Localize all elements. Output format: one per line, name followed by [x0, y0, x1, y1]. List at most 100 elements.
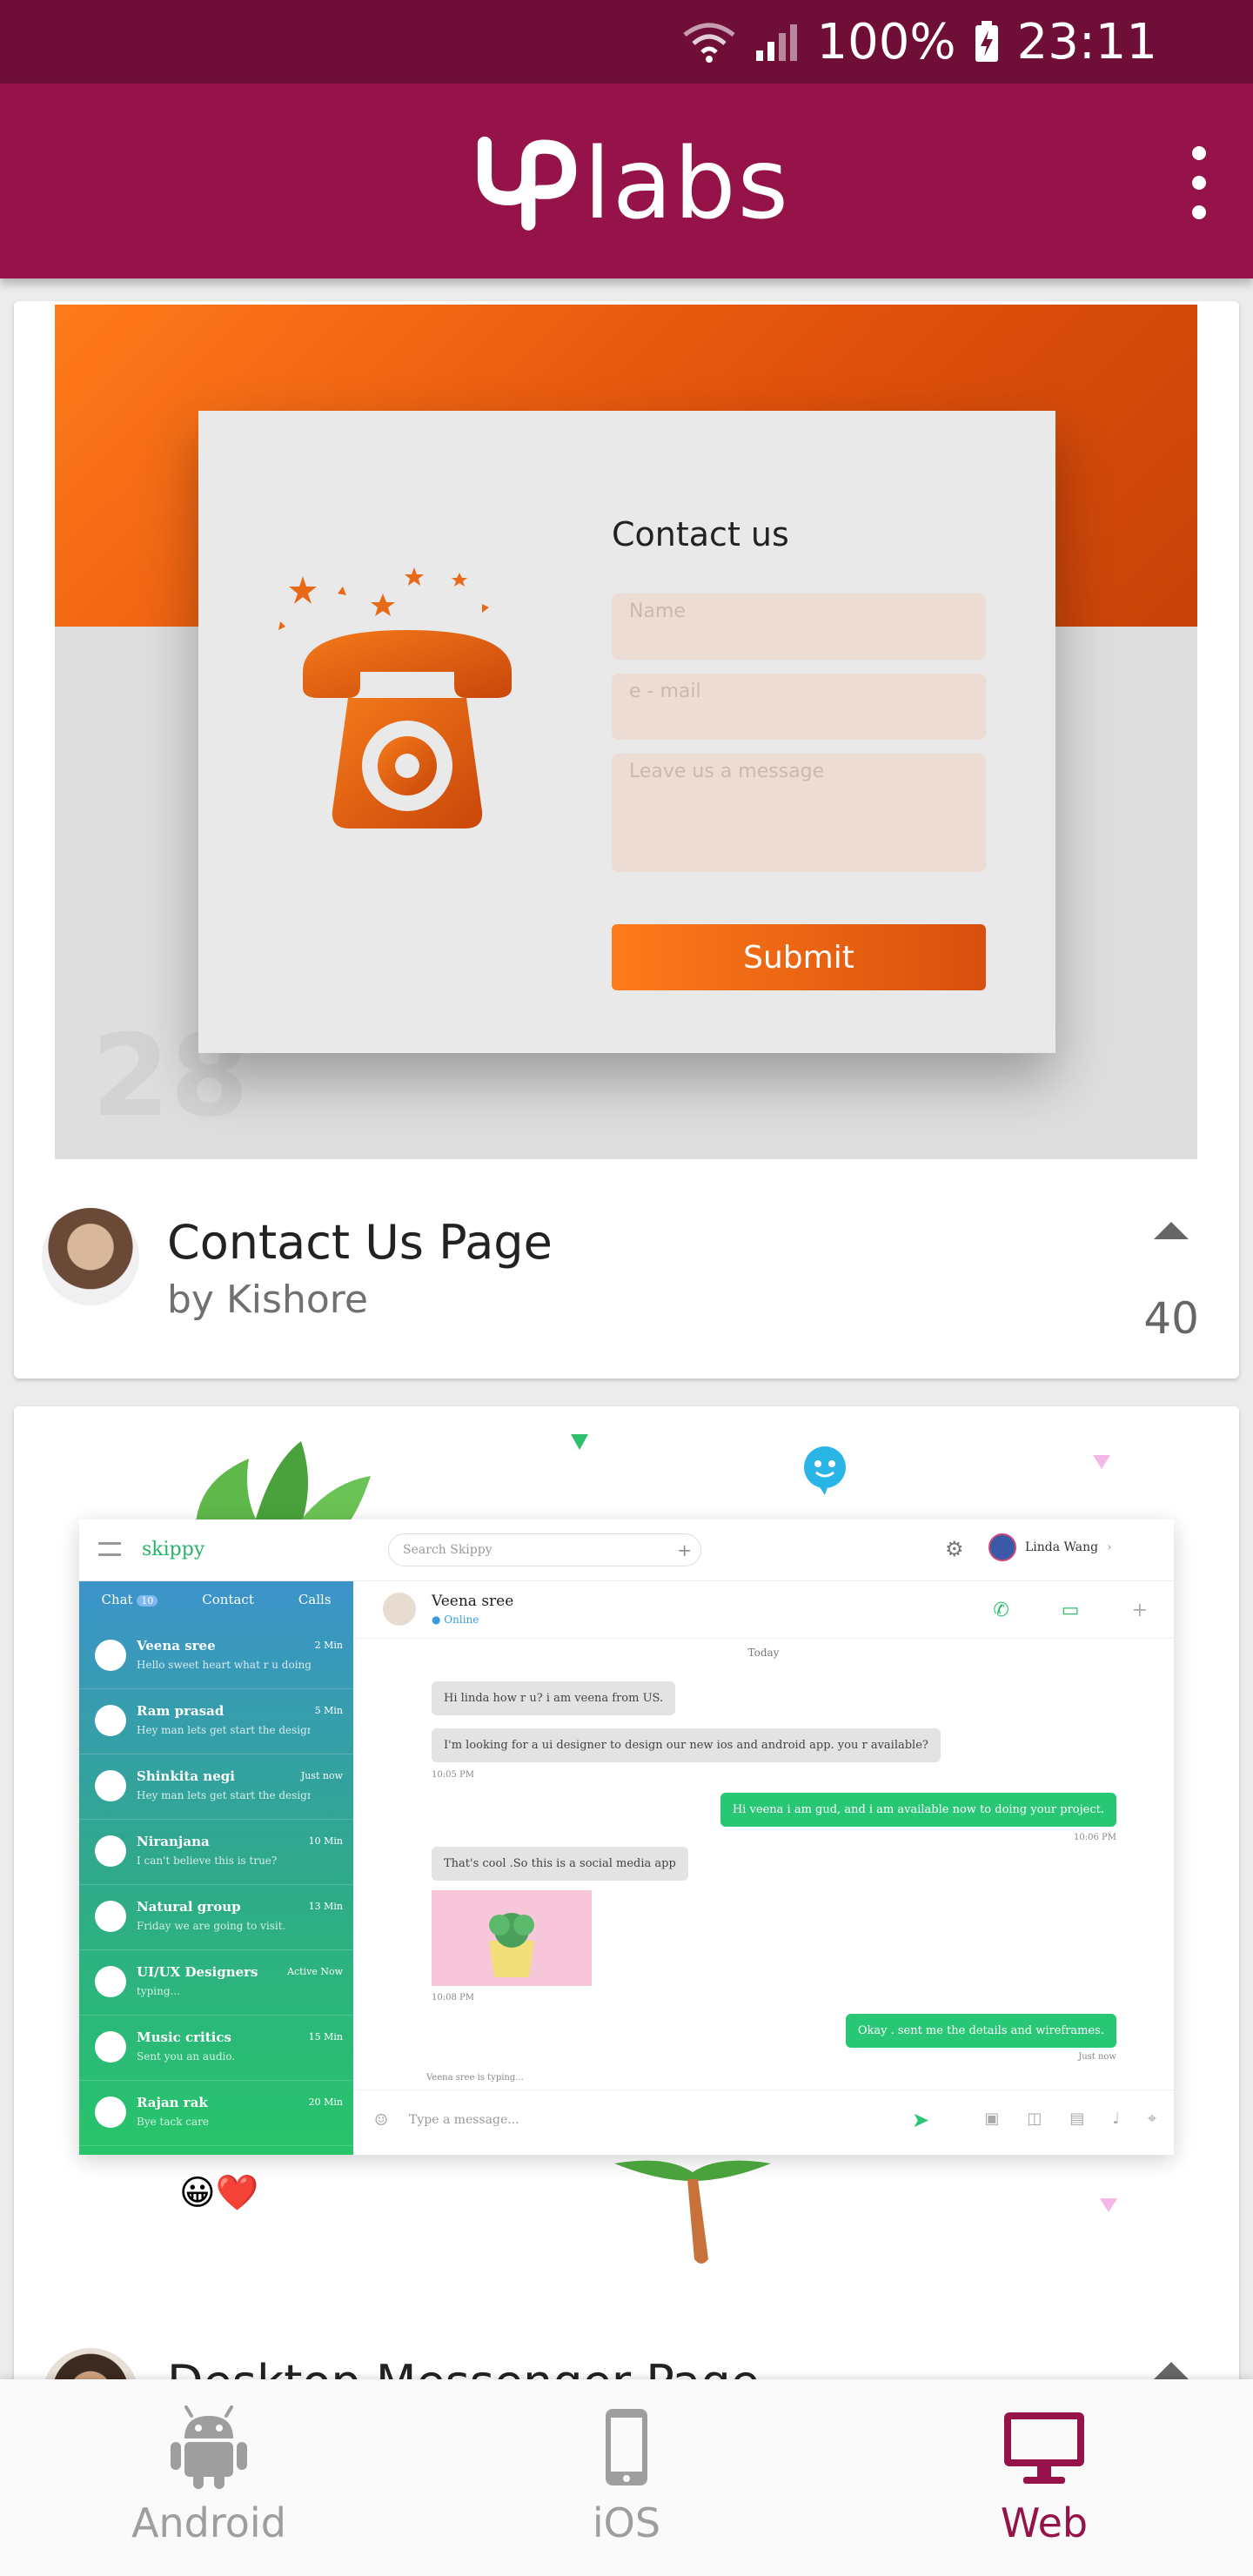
contact-avatar: [95, 1705, 126, 1736]
chat-messages: Today Hi linda how r u? i am veena from …: [426, 1647, 1116, 2083]
card-author[interactable]: by Kishore: [167, 1278, 368, 1322]
name-field: Name: [612, 594, 986, 660]
message-out: Hi veena i am gud, and i am available no…: [720, 1793, 1116, 1827]
call-icon: ✆: [993, 1600, 1009, 1621]
chat-header: Veena sree ● Online ✆ ▭ +: [353, 1580, 1174, 1639]
design-card-desktop-messenger[interactable]: skippy Chat 10 Contact Calls Veena sree H…: [14, 1406, 1239, 2407]
contact-avatar: [95, 2096, 126, 2128]
list-item: Veena sree Hello sweet heart what r u doi…: [79, 1624, 353, 1689]
list-item: Music critics Sent you an audio. 15 Min: [79, 2016, 353, 2081]
list-item: Rajan rak Bye tack care 20 Min: [79, 2081, 353, 2146]
messenger-window: skippy Chat 10 Contact Calls Veena sree H…: [79, 1519, 1174, 2155]
smiley-bubble-icon: [804, 1446, 846, 1495]
emoji-icon: ☺: [374, 2111, 389, 2130]
confetti-triangle: [1093, 1455, 1110, 1469]
clock: 23:11: [1016, 13, 1157, 70]
list-item: UI/UX Designers typing... Active Now: [79, 1950, 353, 2016]
design-card-contact-us[interactable]: 28 Contact us Name e - mail Leave us a m…: [14, 301, 1239, 1379]
wifi-icon: [682, 23, 735, 63]
battery-charging-icon: [975, 21, 998, 62]
plant-image: [432, 1890, 592, 1986]
nav-web[interactable]: Web: [835, 2379, 1253, 2576]
message-in: That's cool .So this is a social media a…: [432, 1847, 688, 1881]
reaction-emojis: 😀❤️: [179, 2173, 259, 2213]
bottom-navigation: Android iOS Web: [0, 2379, 1253, 2576]
message-in: Hi linda how r u? i am veena from US.: [432, 1681, 676, 1715]
search-field: Search Skippy +: [388, 1533, 701, 1566]
plus-icon: +: [677, 1540, 692, 1560]
app-bar: labs: [0, 84, 1253, 278]
contact-avatar: [95, 1640, 126, 1671]
list-item: Natural group Friday we are going to visi…: [79, 1885, 353, 1950]
menu-dot: [1192, 205, 1206, 219]
tab-contact: Contact: [202, 1592, 254, 1607]
email-field: e - mail: [612, 674, 986, 740]
confetti-triangle: [571, 1434, 588, 1450]
status-bar: 100% 23:11: [0, 0, 1253, 84]
add-icon: +: [1131, 1600, 1148, 1621]
telephone-icon: [278, 567, 512, 828]
card-meta: Contact Us Page by Kishore 40: [14, 1171, 1239, 1345]
uplabs-logo: labs: [477, 129, 790, 233]
upvote-arrow-icon[interactable]: [1154, 1222, 1189, 1239]
location-icon: ⌖: [1147, 2110, 1156, 2128]
chevron-right-icon: ›: [1107, 1540, 1112, 1554]
list-item: Shinkita negi Hey man lets get start the …: [79, 1754, 353, 1820]
submit-button: Submit: [612, 924, 986, 990]
contact-avatar: [95, 1901, 126, 1932]
gear-icon: ⚙: [945, 1537, 964, 1561]
tab-calls: Calls: [298, 1592, 332, 1607]
author-avatar[interactable]: [42, 1208, 139, 1305]
nav-ios[interactable]: iOS: [418, 2379, 835, 2576]
battery-percent: 100%: [816, 13, 956, 70]
user-avatar: [988, 1533, 1016, 1561]
contact-form-panel: Contact us Name e - mail Leave us a mess…: [198, 411, 1055, 1053]
card-preview-image[interactable]: skippy Chat 10 Contact Calls Veena sree H…: [14, 1406, 1239, 2311]
message-out: Okay . sent me the details and wireframe…: [845, 2014, 1116, 2048]
nav-label: Android: [131, 2499, 286, 2546]
menu-dot: [1192, 176, 1206, 190]
chat-avatar: [383, 1593, 416, 1626]
nav-label: Web: [1000, 2499, 1089, 2546]
skippy-logo: skippy: [142, 1539, 205, 1560]
card-preview-image[interactable]: 28 Contact us Name e - mail Leave us a m…: [55, 305, 1197, 1159]
confetti-triangle: [1100, 2198, 1117, 2212]
upvote-arrow-icon[interactable]: [1154, 2362, 1189, 2379]
send-icon: ➤: [912, 2108, 930, 2132]
tab-chat: Chat 10: [101, 1592, 158, 1607]
signal-icon: [755, 24, 797, 61]
list-item: Niranjana I can't believe this is true? 10…: [79, 1820, 353, 1885]
contact-avatar: [95, 1770, 126, 1801]
message-field: Leave us a message: [612, 754, 986, 872]
nav-android[interactable]: Android: [0, 2379, 418, 2576]
contact-heading: Contact us: [612, 515, 789, 553]
uplabs-mark-icon: [477, 136, 577, 231]
menu-dot: [1192, 146, 1206, 160]
android-icon: [171, 2405, 247, 2489]
contact-list: Veena sree Hello sweet heart what r u doi…: [79, 1624, 353, 2146]
file-icon: ▤: [1069, 2110, 1085, 2128]
mic-icon: ♩: [1112, 2110, 1120, 2128]
palm-decoration-icon: [614, 2160, 771, 2264]
card-title[interactable]: Contact Us Page: [167, 1215, 553, 1270]
video-icon: ▭: [1061, 1600, 1080, 1621]
contact-avatar: [95, 1835, 126, 1867]
monitor-icon: [1004, 2412, 1084, 2484]
list-item: Ram prasad Hey man lets get start the des…: [79, 1689, 353, 1754]
message-in: I'm looking for a ui designer to design …: [432, 1728, 941, 1762]
chat-tabs: Chat 10 Contact Calls: [79, 1580, 353, 1619]
current-user: Linda Wang ›: [988, 1533, 1112, 1561]
contact-avatar: [95, 1966, 126, 1997]
contact-avatar: [95, 2031, 126, 2063]
camera-icon: ◫: [1027, 2110, 1042, 2128]
sidebar-header: skippy: [79, 1519, 353, 1581]
online-status: ● Online: [432, 1613, 479, 1626]
chat-badge: 10: [137, 1595, 158, 1607]
message-composer: ☺ Type a message... ➤ ▣ ◫ ▤ ♩ ⌖: [353, 2090, 1174, 2155]
image-icon: ▣: [984, 2110, 1000, 2128]
phone-icon: [606, 2409, 647, 2485]
overflow-menu-button[interactable]: [1171, 146, 1227, 219]
vote-count: 40: [1143, 1293, 1199, 1344]
logo-text: labs: [583, 128, 790, 241]
nav-label: iOS: [592, 2499, 661, 2546]
